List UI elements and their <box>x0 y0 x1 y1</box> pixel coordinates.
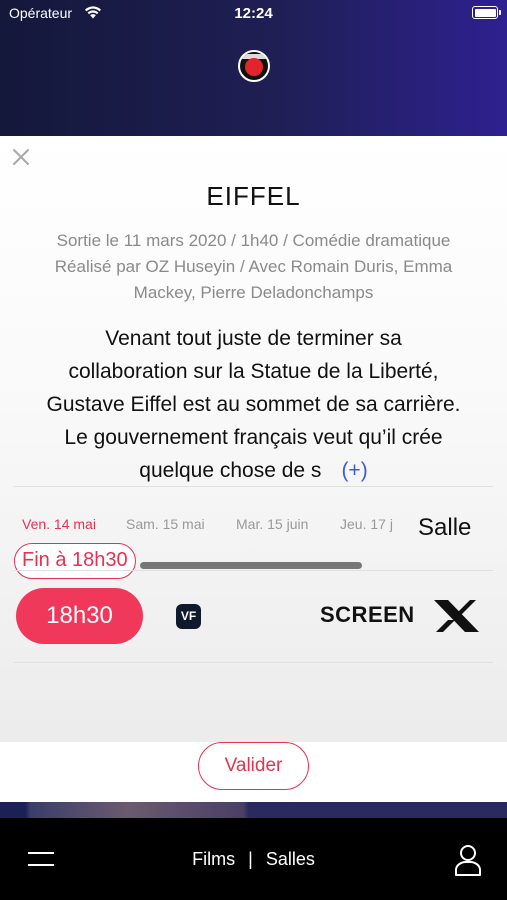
nav-separator: | <box>248 849 253 869</box>
nav-salles[interactable]: Salles <box>266 849 315 869</box>
divider <box>14 486 493 487</box>
divider <box>14 570 493 571</box>
version-badge: VF <box>176 604 201 629</box>
confirm-button[interactable]: Valider <box>198 742 309 790</box>
clock: 12:24 <box>234 5 273 22</box>
synopsis: Venant tout juste de terminer sa collabo… <box>10 322 497 487</box>
date-tab[interactable]: Sam. 15 mai <box>126 516 205 532</box>
nav-links: Films | Salles <box>0 849 507 870</box>
nav-films[interactable]: Films <box>192 849 235 869</box>
date-tab[interactable]: Mar. 15 juin <box>236 516 308 532</box>
screenx-logo: SCREEN <box>320 600 479 632</box>
synopsis-text: quelque chose de s <box>139 459 322 482</box>
poster-strip <box>0 802 507 818</box>
tab-bar: Films | Salles <box>0 818 507 900</box>
showtime-button[interactable]: 18h30 <box>16 588 143 644</box>
synopsis-line: Venant tout juste de terminer sa <box>105 327 402 350</box>
synopsis-line: Le gouvernement français veut qu’il crée <box>64 426 443 449</box>
cinema-logo <box>238 50 270 82</box>
status-bar: Opérateur 12:24 <box>0 0 507 28</box>
date-tab[interactable]: Jeu. 17 j <box>340 516 393 532</box>
synopsis-line: quelque chose de s (+) <box>10 454 497 487</box>
read-more-link[interactable]: (+) <box>341 459 367 482</box>
meta-line: Sortie le 11 mars 2020 / 1h40 / Comédie … <box>56 231 451 250</box>
end-time-pill: Fin à 18h30 <box>14 543 136 579</box>
date-selector: Ven. 14 mai Sam. 15 mai Mar. 15 juin Jeu… <box>0 516 410 540</box>
film-meta: Sortie le 11 mars 2020 / 1h40 / Comédie … <box>14 228 493 306</box>
film-title: EIFFEL <box>206 181 301 211</box>
battery-icon <box>472 6 501 19</box>
screenx-text: SCREEN <box>320 602 415 627</box>
meta-line: Mackey, Pierre Deladonchamps <box>133 283 374 302</box>
film-detail-sheet: EIFFEL Sortie le 11 mars 2020 / 1h40 / C… <box>0 136 507 802</box>
user-icon[interactable] <box>454 844 482 876</box>
date-tab[interactable]: Ven. 14 mai <box>22 516 96 532</box>
scroll-indicator <box>140 562 362 569</box>
close-icon[interactable] <box>10 146 32 168</box>
meta-line: Réalisé par OZ Huseyin / Avec Romain Dur… <box>54 257 453 276</box>
synopsis-line: Gustave Eiffel est au sommet de sa carri… <box>46 393 461 416</box>
salle-label: Salle <box>418 514 472 541</box>
synopsis-line: collaboration sur la Statue de la Libert… <box>68 360 439 383</box>
divider <box>14 662 493 663</box>
